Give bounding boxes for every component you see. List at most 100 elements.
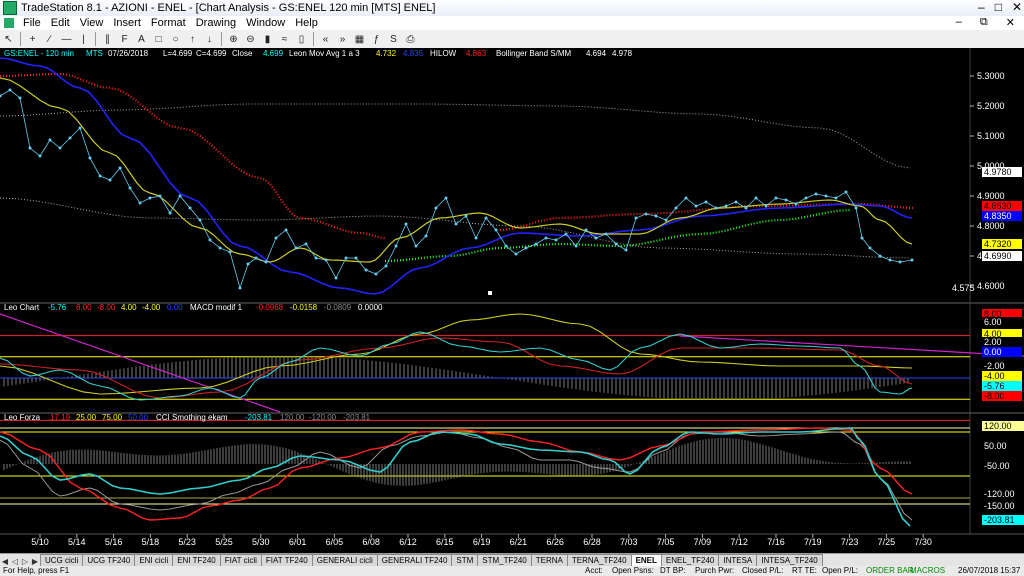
price-dot (534, 242, 538, 246)
price-dot (654, 214, 658, 218)
x-axis-label: 7/30 (914, 537, 932, 547)
tab-scroll-last-icon[interactable]: ▶ (30, 557, 40, 566)
maximize-icon[interactable]: □ (995, 0, 1002, 14)
arrow-up-icon[interactable]: ↑ (186, 33, 199, 46)
macd-m2: -0.0158 (290, 303, 318, 312)
menu-help[interactable]: Help (295, 17, 318, 29)
drawing-toolbar: ↖ + ∕ — | ∥ F A □ ○ ↑ ↓ ⊕ ⊖ ▮ ≈ ▯ « » ▦ ƒ S ⎙ (0, 30, 1024, 49)
status-purch-pwr: Purch Pwr: (695, 566, 735, 575)
child-minimize-icon[interactable]: – (956, 16, 962, 29)
osc-red-signal (0, 337, 913, 399)
osc-axis-label: 6.00 (984, 317, 1002, 327)
price-dot (138, 201, 142, 205)
price-dot (554, 238, 558, 242)
x-axis-label: 7/23 (841, 537, 859, 547)
tab-ucg-cicli[interactable]: UCG cicli (40, 554, 84, 566)
price-dot (494, 228, 498, 232)
price-tick-label: 5.2000 (977, 101, 1005, 111)
price-dot (714, 206, 718, 210)
tab-scroll-prev-icon[interactable]: ◁ (10, 557, 20, 566)
select-arrow-icon[interactable]: ↖ (2, 33, 15, 46)
text-tool-icon[interactable]: A (135, 33, 148, 46)
leo-chart-v1: -5.76 (48, 303, 67, 312)
cci-axis-label: 120.00 (984, 421, 1012, 431)
price-dot (724, 204, 728, 208)
chart-area[interactable]: GS:ENEL - 120 min MTS 07/26/2018 L=4.699 C=4… (0, 48, 1024, 550)
strategy-icon[interactable]: S (387, 33, 400, 46)
price-dot (574, 244, 578, 248)
tab-scroll-next-icon[interactable]: ▷ (20, 557, 30, 566)
yellow-moving-average (0, 77, 913, 263)
tab-fiat-cicli[interactable]: FIAT cicli (219, 554, 262, 566)
tab-scroll-first-icon[interactable]: ◀ (0, 557, 10, 566)
price-dot (344, 256, 348, 260)
cci-c3: -120.00 (309, 413, 337, 422)
tab-terna-tf240[interactable]: TERNA_TF240 (566, 554, 632, 566)
price-dot (384, 264, 388, 268)
menu-window[interactable]: Window (246, 17, 285, 29)
price-dot (784, 198, 788, 202)
price-dot (804, 196, 808, 200)
tab-enel-tf240[interactable]: ENEL_TF240 (660, 554, 720, 566)
tab-generali-tf240[interactable]: GENERALI TF240 (376, 554, 453, 566)
ellipse-icon[interactable]: ○ (169, 33, 182, 46)
tab-intesa[interactable]: INTESA (718, 554, 758, 566)
bars-back-icon[interactable]: « (319, 33, 332, 46)
menu-edit[interactable]: Edit (51, 17, 70, 29)
child-close-icon[interactable]: ✕ (1006, 16, 1015, 29)
price-dot (354, 256, 358, 260)
cci-label: CCI Smothing ekam (156, 413, 228, 422)
channel-icon[interactable]: ∥ (101, 33, 114, 46)
minimize-icon[interactable]: – (978, 0, 985, 14)
hline-icon[interactable]: — (60, 33, 73, 46)
price-dot (614, 242, 618, 246)
menu-format[interactable]: Format (151, 17, 186, 29)
status-order-bar[interactable]: ORDER BAR (866, 566, 914, 576)
child-restore-icon[interactable]: ⧉ (980, 16, 988, 29)
cci-axis-label: -150.00 (984, 501, 1015, 511)
rectangle-icon[interactable]: □ (152, 33, 165, 46)
price-dot (128, 186, 132, 190)
arrow-down-icon[interactable]: ↓ (203, 33, 216, 46)
crosshair-icon[interactable]: + (26, 33, 39, 46)
menu-view[interactable]: View (80, 17, 104, 29)
tab-generali-cicli[interactable]: GENERALI cicli (311, 554, 378, 566)
close-icon[interactable]: ✕ (1012, 0, 1022, 14)
trendline-icon[interactable]: ∕ (43, 33, 56, 46)
data-window-icon[interactable]: ▦ (353, 33, 366, 46)
tab-eni-cicli[interactable]: ENI cicli (134, 554, 174, 566)
print-icon[interactable]: ⎙ (404, 33, 417, 46)
tab-fiat-tf240[interactable]: FIAT TF240 (260, 554, 313, 566)
price-dot (734, 200, 738, 204)
status-macros[interactable]: MACROS (910, 566, 945, 576)
menu-insert[interactable]: Insert (113, 17, 141, 29)
tab-ucg-tf240[interactable]: UCG TF240 (82, 554, 136, 566)
menu-file[interactable]: File (23, 17, 41, 29)
price-tick-label: 4.9000 (977, 191, 1005, 201)
price-dot (424, 234, 428, 238)
zoom-in-icon[interactable]: ⊕ (227, 33, 240, 46)
tab-eni-tf240[interactable]: ENI TF240 (172, 554, 221, 566)
x-axis-label: 5/23 (178, 537, 196, 547)
indicator-icon[interactable]: ƒ (370, 33, 383, 46)
tab-stm[interactable]: STM (451, 554, 479, 566)
status-closed-pl: Closed P/L: (742, 566, 784, 575)
candle-icon[interactable]: ▯ (295, 33, 308, 46)
tab-terna[interactable]: TERNA (530, 554, 568, 566)
vline-icon[interactable]: | (77, 33, 90, 46)
cci-c2: 120.00 (280, 413, 305, 422)
fibonacci-icon[interactable]: F (118, 33, 131, 46)
zoom-out-icon[interactable]: ⊖ (244, 33, 257, 46)
price-dot (58, 146, 62, 150)
bar-chart-icon[interactable]: ▮ (261, 33, 274, 46)
menu-drawing[interactable]: Drawing (196, 17, 236, 29)
price-dot (394, 244, 398, 248)
tab-stm-tf240[interactable]: STM_TF240 (477, 554, 532, 566)
tab-enel[interactable]: ENEL (630, 554, 662, 566)
line-chart-icon[interactable]: ≈ (278, 33, 291, 46)
price-dot (824, 194, 828, 198)
system-menu-icon[interactable] (4, 18, 14, 28)
bars-forward-icon[interactable]: » (336, 33, 349, 46)
cci-c1: -203.81 (245, 413, 273, 422)
tab-intesa-tf240[interactable]: INTESA_TF240 (756, 554, 823, 566)
